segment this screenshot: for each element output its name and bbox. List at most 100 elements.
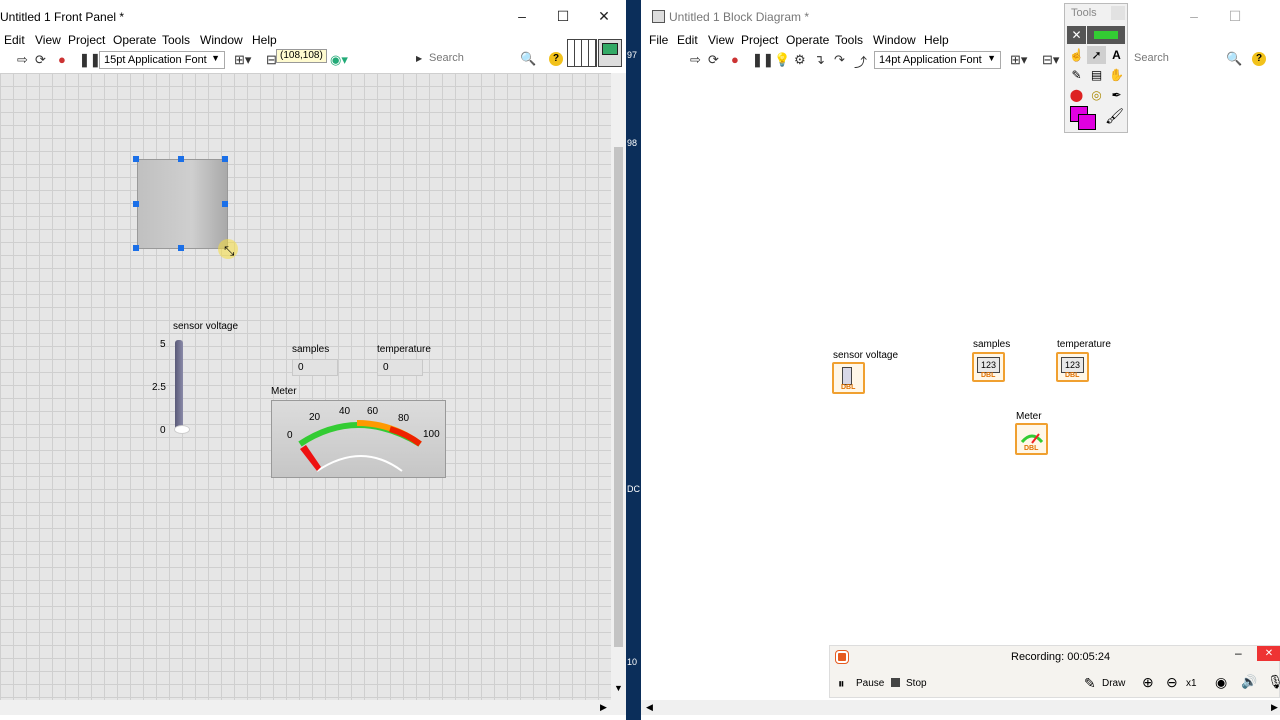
coloring-tool-icon[interactable]: 🖌	[1105, 108, 1124, 126]
toolbar-chevron-icon[interactable]: ▶	[416, 54, 422, 63]
menu-view[interactable]: View	[708, 33, 734, 47]
color-copy-tool-icon[interactable]: ✒	[1107, 86, 1126, 104]
menu-edit[interactable]: Edit	[677, 33, 698, 47]
search-icon[interactable]: 🔍	[1226, 51, 1242, 67]
close-icon[interactable]: ✕	[592, 6, 616, 26]
font-selector[interactable]: 14pt Application Font ▼	[874, 51, 1001, 69]
background-color-swatch[interactable]	[1078, 114, 1096, 130]
pen-icon[interactable]: ✎	[1084, 675, 1096, 692]
samples-terminal[interactable]: 123 DBL	[972, 352, 1005, 382]
stop-button[interactable]: Stop	[906, 678, 927, 689]
minimize-icon[interactable]: –	[510, 6, 534, 26]
run-continuously-icon[interactable]: ⟳	[708, 52, 719, 68]
text-tool-icon[interactable]: A	[1107, 46, 1126, 64]
zoom-out-icon[interactable]: ⊖	[1166, 674, 1178, 691]
menu-help[interactable]: Help	[924, 33, 949, 47]
microphone-icon[interactable]: 🎙	[1267, 674, 1280, 690]
position-tool-icon[interactable]: ➚	[1087, 46, 1106, 64]
resize-handle[interactable]	[178, 245, 184, 251]
maximize-icon[interactable]: ☐	[1223, 6, 1247, 26]
shortcut-menu-tool-icon[interactable]: ▤	[1087, 66, 1106, 84]
webcam-icon[interactable]: ◉	[1215, 674, 1227, 691]
step-out-icon[interactable]: ⤴	[854, 52, 867, 71]
menu-project[interactable]: Project	[68, 33, 105, 47]
minimize-icon[interactable]: –	[1235, 646, 1242, 660]
draw-button[interactable]: Draw	[1102, 678, 1125, 689]
breakpoint-tool-icon[interactable]: ⬤	[1067, 86, 1086, 104]
maximize-icon[interactable]: ☐	[551, 6, 575, 26]
pause-button[interactable]: Pause	[856, 678, 884, 689]
pause-circle-icon[interactable]: ⏸	[838, 676, 845, 692]
menu-operate[interactable]: Operate	[786, 33, 829, 47]
menu-tools[interactable]: Tools	[162, 33, 190, 47]
close-icon[interactable]: ✕	[1257, 646, 1280, 661]
highlight-execution-icon[interactable]: 💡	[774, 52, 790, 68]
auto-select-indicator[interactable]	[1087, 26, 1125, 44]
menu-help[interactable]: Help	[252, 33, 277, 47]
align-objects-icon[interactable]: ⊞▾	[234, 52, 251, 68]
vertical-scrollbar[interactable]: ▼	[611, 73, 626, 700]
slide-track[interactable]	[175, 340, 183, 431]
menu-window[interactable]: Window	[200, 33, 243, 47]
temperature-terminal[interactable]: 123 DBL	[1056, 352, 1089, 382]
close-palette-icon[interactable]	[1111, 6, 1125, 20]
sensor-voltage-terminal[interactable]: DBL	[832, 362, 865, 394]
search-input[interactable]: Search	[1134, 52, 1169, 64]
search-input[interactable]: Search	[429, 52, 464, 64]
front-panel-titlebar[interactable]: Untitled 1 Front Panel * – ☐ ✕	[0, 0, 626, 32]
horizontal-scrollbar[interactable]: ▶	[0, 700, 626, 715]
retain-wire-values-icon[interactable]: ⚙	[794, 52, 806, 68]
font-selector[interactable]: 15pt Application Font ▼	[99, 51, 225, 69]
selected-decoration[interactable]	[137, 159, 228, 249]
menu-tools[interactable]: Tools	[835, 33, 863, 47]
help-icon[interactable]: ?	[1252, 52, 1266, 66]
tools-palette[interactable]: Tools ✕ ☝ ➚ A ✎ ▤ ✋ ⬤ ◎ ✒ 🖌	[1064, 3, 1128, 133]
scroll-left-icon[interactable]: ◀	[646, 702, 653, 713]
automatic-tool-icon[interactable]: ✕	[1067, 26, 1086, 44]
abort-icon[interactable]: ●	[58, 52, 66, 67]
resize-handle[interactable]	[133, 156, 139, 162]
run-icon[interactable]: ⇨	[17, 52, 28, 68]
meter-terminal[interactable]: DBL	[1015, 423, 1048, 455]
search-icon[interactable]: 🔍	[520, 51, 536, 67]
stop-square-icon[interactable]	[891, 678, 900, 687]
slide-thumb[interactable]	[174, 425, 190, 434]
resize-handle[interactable]	[133, 201, 139, 207]
resize-handle[interactable]	[178, 156, 184, 162]
resize-handle[interactable]	[222, 156, 228, 162]
menu-operate[interactable]: Operate	[113, 33, 156, 47]
abort-icon[interactable]: ●	[731, 52, 739, 67]
run-continuously-icon[interactable]: ⟳	[35, 52, 46, 68]
resize-handle[interactable]	[222, 201, 228, 207]
horizontal-scrollbar[interactable]: ◀ ▶	[641, 700, 1280, 715]
scroll-right-icon[interactable]: ▶	[600, 702, 607, 713]
scroll-tool-icon[interactable]: ✋	[1107, 66, 1126, 84]
menu-project[interactable]: Project	[741, 33, 778, 47]
scroll-thumb[interactable]	[614, 147, 623, 647]
pause-icon[interactable]: ❚❚	[752, 52, 774, 68]
resize-handle[interactable]	[133, 245, 139, 251]
minimize-icon[interactable]: –	[1182, 6, 1206, 26]
zoom-in-icon[interactable]: ⊕	[1142, 674, 1154, 691]
probe-tool-icon[interactable]: ◎	[1087, 86, 1106, 104]
run-icon[interactable]: ⇨	[690, 52, 701, 68]
menu-window[interactable]: Window	[873, 33, 916, 47]
reorder-icon[interactable]: ◉▾	[330, 52, 348, 68]
help-icon[interactable]: ?	[549, 52, 563, 66]
connector-pane-icon[interactable]	[567, 39, 597, 67]
speaker-icon[interactable]: 🔊	[1241, 674, 1257, 690]
vi-icon[interactable]	[598, 39, 622, 67]
scroll-down-icon[interactable]: ▼	[614, 683, 623, 693]
menu-view[interactable]: View	[35, 33, 61, 47]
menu-file[interactable]: File	[649, 33, 668, 47]
step-into-icon[interactable]: ↴	[814, 52, 825, 68]
menu-edit[interactable]: Edit	[4, 33, 25, 47]
front-panel-canvas[interactable]: ⤡ sensor voltage 5 2.5 0 samples 0 tempe…	[0, 73, 611, 700]
align-objects-icon[interactable]: ⊞▾	[1010, 52, 1027, 68]
wiring-tool-icon[interactable]: ✎	[1067, 66, 1086, 84]
block-diagram-titlebar[interactable]: Untitled 1 Block Diagram * – ☐	[641, 0, 1280, 32]
pause-icon[interactable]: ❚❚	[79, 52, 101, 68]
scroll-right-icon[interactable]: ▶	[1271, 702, 1278, 713]
operate-tool-icon[interactable]: ☝	[1067, 46, 1086, 64]
distribute-objects-icon[interactable]: ⊟▾	[1042, 52, 1059, 68]
